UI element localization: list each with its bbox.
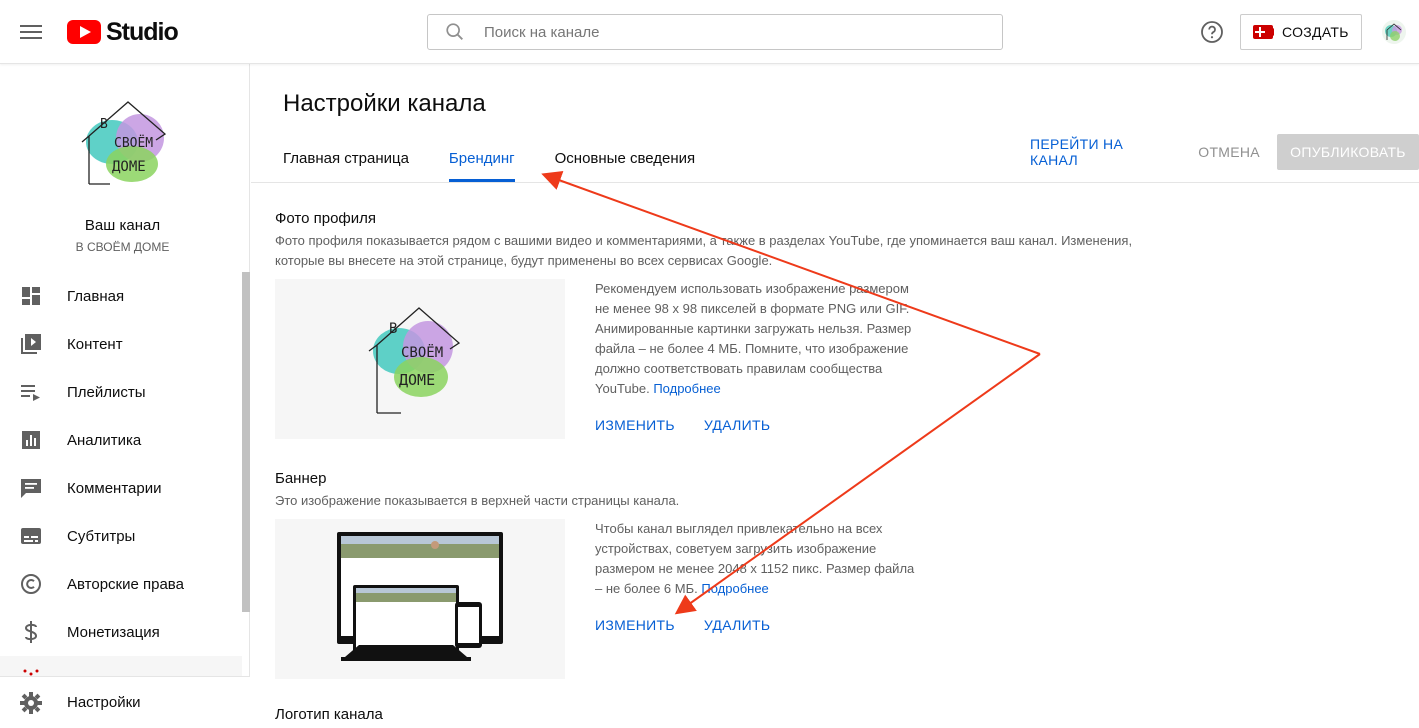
youtube-studio-logo[interactable]: Studio (67, 17, 179, 46)
sidebar-item-copyright[interactable]: Авторские права (0, 560, 242, 608)
tab-bar: Главная страница Брендинг Основные сведе… (283, 144, 735, 182)
profile-photo-change-button[interactable]: ИЗМЕНИТЬ (595, 417, 675, 433)
search-input[interactable] (484, 23, 964, 41)
sparkle-icon (20, 666, 42, 676)
sidebar-item-settings[interactable]: Настройки (0, 676, 250, 728)
analytics-icon (20, 429, 42, 451)
sidebar-item-label: Настройки (67, 694, 141, 711)
sidebar-item-comments[interactable]: Комментарии (0, 464, 242, 512)
account-avatar[interactable] (1382, 20, 1406, 44)
channel-avatar[interactable]: В СВОЁМ ДОМЕ (70, 92, 180, 202)
sidebar-item-analytics[interactable]: Аналитика (0, 416, 242, 464)
logo-text: Studio (106, 17, 179, 46)
tab-basic-info[interactable]: Основные сведения (555, 144, 696, 182)
top-bar: Studio СОЗДАТЬ (0, 0, 1419, 64)
hamburger-menu-icon[interactable] (20, 22, 42, 42)
sidebar-item-label: Главная (67, 287, 125, 305)
sidebar-item-playlists[interactable]: Плейлисты (0, 368, 242, 416)
create-label: СОЗДАТЬ (1282, 24, 1349, 40)
sidebar-item-monetization[interactable]: Монетизация (0, 608, 242, 656)
channel-logo-icon: В СВОЁМ ДОМЕ (368, 307, 461, 414)
channel-subtitle: В СВОЁМ ДОМЕ (75, 240, 170, 254)
banner-more-link[interactable]: Подробнее (701, 581, 768, 596)
help-icon[interactable] (1200, 20, 1224, 44)
banner-preview (275, 519, 565, 679)
sidebar-item-label: Аналитика (67, 431, 142, 449)
gear-icon (20, 691, 42, 714)
sidebar-item-dashboard[interactable]: Главная (0, 272, 242, 320)
profile-photo-more-link[interactable]: Подробнее (653, 381, 720, 396)
profile-photo-description: Фото профиля показывается рядом с вашими… (275, 233, 1133, 268)
page-title: Настройки канала (283, 90, 486, 117)
avatar-image-icon (1385, 23, 1402, 41)
tab-branding[interactable]: Брендинг (448, 144, 515, 182)
video-camera-add-icon (1253, 25, 1274, 39)
search-box[interactable] (427, 14, 1003, 50)
playlist-icon (20, 381, 42, 403)
comments-icon (20, 477, 42, 499)
profile-photo-title: Фото профиля (275, 210, 377, 227)
sidebar-item-label: Субтитры (67, 527, 136, 545)
tab-home-page[interactable]: Главная страница (283, 144, 409, 182)
main-content: Настройки канала Главная страница Бренди… (251, 64, 1419, 728)
subtitles-icon (20, 525, 42, 547)
sidebar-item-label: Авторские права (67, 575, 184, 593)
youtube-play-icon (67, 20, 101, 44)
sidebar-item-label: Контент (67, 335, 123, 353)
profile-photo-info: Рекомендуем использовать изображение раз… (595, 279, 925, 399)
sidebar: В СВОЁМ ДОМЕ Ваш канал В СВОЁМ ДОМЕ Глав… (0, 64, 250, 728)
copyright-icon (20, 573, 42, 595)
preview-logo-letter-v: В (389, 321, 397, 337)
tab-divider (251, 182, 1419, 183)
logo-word-svoem: СВОЁМ (114, 135, 153, 151)
sidebar-item-partial[interactable] (0, 656, 242, 676)
banner-description: Это изображение показывается в верхней ч… (275, 493, 680, 508)
sidebar-item-content[interactable]: Контент (0, 320, 242, 368)
logo-letter-v: В (100, 117, 108, 132)
create-button[interactable]: СОЗДАТЬ (1240, 14, 1362, 50)
profile-photo-delete-button[interactable]: УДАЛИТЬ (704, 417, 770, 433)
sidebar-item-label: Комментарии (67, 479, 162, 497)
profile-photo-actions: ИЗМЕНИТЬ УДАЛИТЬ (595, 417, 799, 433)
preview-logo-word-svoem: СВОЁМ (401, 343, 443, 361)
banner-title: Баннер (275, 470, 327, 487)
banner-delete-button[interactable]: УДАЛИТЬ (704, 617, 770, 633)
banner-info: Чтобы канал выглядел привлекательно на в… (595, 519, 925, 599)
channel-logo-title: Логотип канала (275, 706, 383, 723)
banner-change-button[interactable]: ИЗМЕНИТЬ (595, 617, 675, 633)
publish-button[interactable]: ОПУБЛИКОВАТЬ (1276, 134, 1419, 170)
search-icon (446, 23, 463, 40)
sidebar-item-subtitles[interactable]: Субтитры (0, 512, 242, 560)
go-to-channel-button[interactable]: ПЕРЕЙТИ НА КАНАЛ (1030, 136, 1173, 168)
video-library-icon (20, 333, 42, 355)
profile-photo-info-text: Рекомендуем использовать изображение раз… (595, 281, 912, 396)
sidebar-item-label: Плейлисты (67, 383, 146, 401)
banner-actions: ИЗМЕНИТЬ УДАЛИТЬ (595, 617, 799, 633)
profile-photo-preview: В СВОЁМ ДОМЕ (275, 279, 565, 439)
channel-logo-icon: В СВОЁМ ДОМЕ (81, 101, 167, 185)
preview-logo-word-dome: ДОМЕ (399, 371, 435, 389)
sidebar-scrollbar[interactable] (242, 272, 250, 612)
cancel-button[interactable]: ОТМЕНА (1198, 144, 1260, 160)
sidebar-nav: Главная Контент Плейлисты Аналитика Комм… (0, 272, 242, 676)
channel-name: Ваш канал (84, 217, 161, 234)
devices-preview-icon (337, 532, 503, 661)
sidebar-item-label: Монетизация (67, 623, 160, 641)
header-actions: ПЕРЕЙТИ НА КАНАЛ ОТМЕНА ОПУБЛИКОВАТЬ (1030, 134, 1419, 170)
dashboard-icon (20, 285, 42, 307)
dollar-icon (20, 621, 42, 643)
logo-word-dome: ДОМЕ (112, 159, 146, 175)
